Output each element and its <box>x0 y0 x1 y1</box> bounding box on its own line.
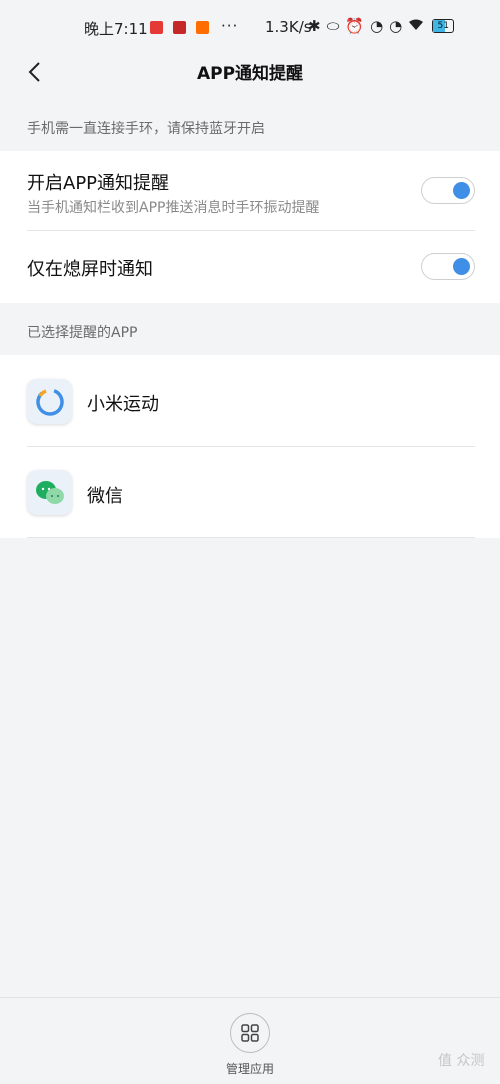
bluetooth-icon: ✱ <box>308 17 321 35</box>
more-notifications-icon: ··· <box>221 17 239 35</box>
notification-app-icon <box>150 21 163 34</box>
wechat-icon <box>27 470 72 515</box>
page-title: APP通知提醒 <box>196 64 304 84</box>
watermark: 值 众测 <box>438 1053 485 1069</box>
app-notify-subtitle: 当手机通知栏收到APP推送消息时手环振动提醒 <box>27 200 320 216</box>
settings-card: 开启APP通知提醒 当手机通知栏收到APP推送消息时手环振动提醒 仅在熄屏时通知 <box>0 151 500 303</box>
apps-card: 小米运动 微信 <box>0 355 500 538</box>
notification-app-icon <box>173 21 186 34</box>
notification-app-icon <box>196 21 209 34</box>
battery-icon: 51 <box>432 19 455 33</box>
bluetooth-hint: 手机需一直连接手环，请保持蓝牙开启 <box>0 99 500 151</box>
hd-signal-icon: ◔ <box>370 17 384 35</box>
page-header: APP通知提醒 <box>0 44 500 99</box>
app-notify-title: 开启APP通知提醒 <box>27 173 170 194</box>
wifi-icon <box>408 17 424 35</box>
grid-icon <box>241 1024 259 1042</box>
band-icon: ⬭ <box>326 17 340 35</box>
alarm-icon: ⏰ <box>345 17 365 35</box>
manage-apps-button[interactable] <box>230 1013 270 1053</box>
screen-off-row[interactable]: 仅在熄屏时通知 <box>0 231 500 303</box>
selected-apps-label: 已选择提醒的APP <box>0 303 500 355</box>
mi-fit-ring-icon <box>27 379 72 424</box>
divider <box>27 537 475 538</box>
status-time: 晚上7:11 <box>84 20 148 38</box>
status-icons: ✱ ⬭ ⏰ ◔ ◔ 51 <box>308 17 455 35</box>
app-notify-toggle[interactable] <box>421 177 475 204</box>
network-speed: 1.3K/s <box>265 18 312 36</box>
bottom-bar: 管理应用 <box>0 997 500 1084</box>
app-name: 小米运动 <box>87 394 159 415</box>
app-notify-row[interactable]: 开启APP通知提醒 当手机通知栏收到APP推送消息时手环振动提醒 <box>0 151 500 230</box>
app-name: 微信 <box>87 486 123 507</box>
hd-signal-icon: ◔ <box>389 17 403 35</box>
manage-apps-label[interactable]: 管理应用 <box>0 1060 500 1077</box>
list-item[interactable]: 微信 <box>0 447 500 537</box>
screen-off-toggle[interactable] <box>421 253 475 280</box>
list-item[interactable]: 小米运动 <box>0 355 500 446</box>
screen-off-title: 仅在熄屏时通知 <box>27 259 153 280</box>
